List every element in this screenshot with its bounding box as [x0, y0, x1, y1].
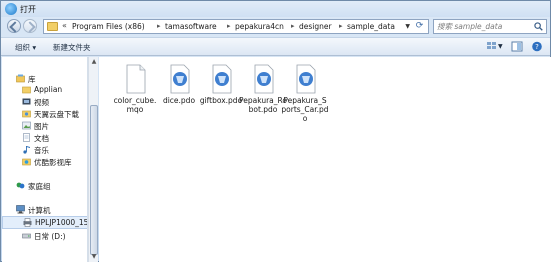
library-icon — [16, 74, 25, 83]
preview-pane-icon[interactable] — [511, 41, 523, 52]
sidebar-item-cloud-downloads[interactable]: 天翼云盘下载 — [2, 108, 87, 120]
sidebar-item-computer[interactable]: 计算机 — [2, 204, 87, 216]
refresh-icon[interactable]: ⟳ — [413, 21, 426, 32]
breadcrumb-designer[interactable]: designer — [299, 22, 332, 31]
video-icon — [22, 98, 31, 105]
sidebar-item-youku-library[interactable]: 优酷影视库 — [2, 156, 87, 168]
pepakura-file-icon — [254, 64, 274, 94]
file-name: Pepakura_Robot.pdo — [239, 96, 287, 114]
sidebar-item-applian[interactable]: Applian — [2, 84, 87, 96]
navigation-row: « Program Files (x86) ▸ tamasoftware ▸ p… — [1, 17, 550, 35]
video-library-icon — [22, 158, 31, 166]
new-folder-button[interactable]: 新建文件夹 — [53, 42, 91, 53]
address-dropdown-icon[interactable]: ▼ — [405, 23, 410, 30]
sidebar-item-label: 家庭组 — [28, 182, 51, 191]
sidebar-item-label: 音乐 — [34, 146, 49, 155]
forward-button[interactable] — [23, 19, 37, 33]
music-icon — [23, 146, 30, 154]
sidebar-item-music[interactable]: 音乐 — [2, 144, 87, 156]
title-bar: 打开 — [1, 1, 550, 17]
pictures-icon — [22, 121, 31, 130]
file-item[interactable]: dice.pdo — [155, 64, 203, 134]
search-icon[interactable] — [534, 22, 543, 31]
sidebar-item-label: 优酷影视库 — [34, 158, 72, 167]
scrollbar-thumb[interactable] — [90, 105, 98, 255]
sidebar-item-pictures[interactable]: 图片 — [2, 120, 87, 132]
chevron-right-icon[interactable]: ▸ — [157, 22, 161, 30]
help-icon[interactable]: ? — [531, 41, 543, 52]
scroll-up-icon[interactable]: ▲ — [90, 58, 98, 66]
sidebar-item-label: Applian — [34, 85, 63, 94]
breadcrumb-sample-data[interactable]: sample_data — [347, 22, 395, 31]
address-bar[interactable]: « Program Files (x86) ▸ tamasoftware ▸ p… — [43, 19, 429, 34]
breadcrumb-pepakura4cn[interactable]: pepakura4cn — [235, 22, 284, 31]
file-name: giftbox.pdo — [199, 96, 243, 105]
breadcrumb-program-files[interactable]: Program Files (x86) — [72, 22, 145, 31]
sidebar-item-label: 视频 — [34, 98, 49, 107]
chevron-right-icon[interactable]: ▸ — [339, 22, 343, 30]
app-icon — [5, 3, 17, 15]
breadcrumb-tamasoftware[interactable]: tamasoftware — [165, 22, 217, 31]
cloud-icon — [22, 110, 31, 118]
sidebar-item-homegroup[interactable]: 家庭组 — [2, 180, 87, 192]
chevron-right-icon[interactable]: ▸ — [227, 22, 231, 30]
sidebar-item-label: 文档 — [34, 134, 49, 143]
folder-icon — [47, 22, 58, 31]
search-box[interactable] — [433, 19, 547, 34]
address-overflow[interactable]: « — [62, 21, 67, 30]
file-item[interactable]: color_cube.mqo — [111, 64, 159, 134]
sidebar-scrollbar[interactable]: ▲ ▼ — [88, 57, 98, 262]
folder-icon — [22, 86, 31, 94]
documents-icon — [23, 133, 30, 142]
svg-text:?: ? — [535, 43, 539, 51]
sidebar-item-drive-d[interactable]: 日常 (D:) — [2, 230, 87, 242]
navigation-pane: 库 Applian 视频 天翼云盘下载 图片 文档 音乐 优酷影视库 家庭组 计… — [2, 57, 88, 262]
view-dropdown-icon[interactable]: ▼ — [498, 43, 503, 50]
document-icon — [126, 64, 146, 94]
window-title: 打开 — [20, 5, 36, 14]
file-name: color_cube.mqo — [113, 96, 157, 114]
sidebar-item-label: 图片 — [34, 122, 49, 131]
computer-icon — [16, 205, 25, 214]
sidebar-item-label: 天翼云盘下载 — [34, 110, 79, 119]
organize-button[interactable]: 组织 ▾ — [15, 42, 36, 53]
sidebar-item-documents[interactable]: 文档 — [2, 132, 87, 144]
drive-icon — [22, 233, 31, 239]
file-name: dice.pdo — [162, 96, 196, 105]
pepakura-file-icon — [296, 64, 316, 94]
file-item[interactable]: Pepakura_Robot.pdo — [239, 64, 287, 134]
file-name: Pepakura_Sports_Car.pdo — [281, 96, 329, 123]
view-options-icon[interactable] — [486, 41, 498, 52]
file-item[interactable]: Pepakura_Sports_Car.pdo — [281, 64, 329, 134]
back-button[interactable] — [7, 19, 21, 33]
sidebar-item-label: 计算机 — [28, 206, 51, 215]
chevron-right-icon[interactable]: ▸ — [291, 22, 295, 30]
pepakura-file-icon — [212, 64, 232, 94]
sidebar-item-printer[interactable]: HPLJP1000_1500 — [2, 216, 88, 229]
command-bar: 组织 ▾ 新建文件夹 ▼ ? — [1, 37, 550, 56]
pepakura-file-icon — [170, 64, 190, 94]
sidebar-item-videos[interactable]: 视频 — [2, 96, 87, 108]
printer-icon — [23, 218, 32, 227]
open-file-dialog: 打开 « Program Files (x86) ▸ tamasoftware … — [0, 0, 551, 262]
homegroup-icon — [16, 182, 25, 189]
sidebar-item-label: 日常 (D:) — [34, 232, 66, 241]
search-input[interactable] — [437, 21, 531, 32]
sidebar-item-label: HPLJP1000_1500 — [35, 218, 88, 227]
file-item[interactable]: giftbox.pdo — [197, 64, 245, 134]
file-list: color_cube.mqo dice.pdo giftbox.pdo Pepa… — [99, 57, 551, 262]
scroll-down-icon[interactable]: ▼ — [90, 253, 98, 261]
